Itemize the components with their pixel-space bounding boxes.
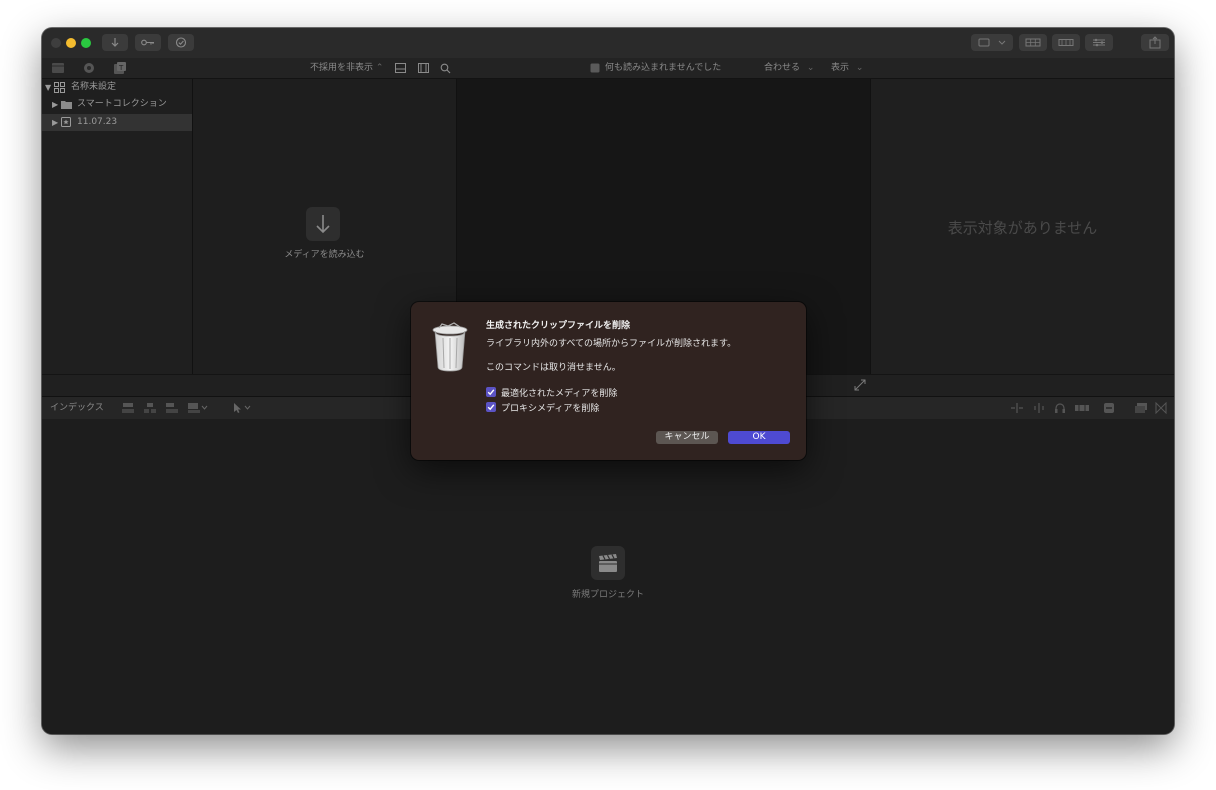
key-icon (141, 39, 154, 46)
hide-rejected-label: 不採用を非表示 (310, 63, 374, 73)
share-button[interactable] (1141, 34, 1169, 51)
transitions-browser-icon[interactable] (1155, 402, 1167, 414)
download-icon (316, 215, 330, 234)
index-button[interactable]: インデックス (50, 397, 104, 419)
libraries-sidebar: ▼ 名称未設定 ▶ スマートコレクション ▶ 11.07.23 (42, 79, 193, 395)
delete-optimized-media-label: 最適化されたメディアを削除 (501, 389, 618, 399)
sidebar-item-library[interactable]: ▼ 名称未設定 (42, 79, 192, 96)
monitor-chevron-icon (978, 38, 1006, 47)
show-browser-button[interactable] (1019, 34, 1047, 51)
import-media-button[interactable] (306, 207, 340, 241)
ok-button[interactable]: OK (728, 431, 790, 444)
timeline-icon (1058, 39, 1074, 46)
inspector-empty-label: 表示対象がありません (947, 219, 1098, 237)
close-window-button[interactable] (51, 38, 61, 48)
sidebar-item-label: 11.07.23 (77, 117, 118, 127)
select-tool-icon[interactable] (231, 402, 253, 414)
share-icon (1149, 36, 1161, 49)
background-tasks-button[interactable] (168, 34, 194, 51)
disclosure-closed-icon: ▶ (52, 118, 59, 127)
trash-icon (432, 322, 468, 372)
hide-rejected-menu[interactable]: 不採用を非表示 ⌃ (310, 58, 383, 78)
sidebar-item-smart-collections[interactable]: ▶ スマートコレクション (42, 96, 192, 113)
sidebar-item-event[interactable]: ▶ 11.07.23 (42, 114, 192, 131)
view-label: 表示 (831, 63, 850, 73)
append-clip-icon[interactable] (165, 402, 179, 414)
effects-browser-icon[interactable] (1134, 402, 1148, 414)
sliders-icon (1093, 38, 1105, 47)
folder-icon (61, 101, 72, 109)
fullscreen-icon[interactable] (854, 379, 866, 391)
clip-status-icon (590, 63, 600, 73)
view-menu[interactable]: 表示 ⌄ (831, 58, 863, 78)
import-media-label: メディアを読み込む (284, 250, 365, 260)
dialog-message: ライブラリ内外のすべての場所からファイルが削除されます。 (486, 339, 737, 349)
libraries-icon[interactable] (51, 62, 65, 74)
connect-clip-icon[interactable] (121, 402, 135, 414)
dialog-title: 生成されたクリップファイルを削除 (486, 321, 631, 331)
titles-generators-icon[interactable]: T (113, 61, 127, 75)
library-icon (54, 82, 65, 93)
disclosure-closed-icon: ▶ (52, 100, 59, 109)
clip-appearance-icon[interactable] (1103, 402, 1115, 414)
overwrite-clip-icon[interactable] (187, 402, 209, 414)
cancel-button[interactable]: キャンセル (656, 431, 718, 444)
delete-proxy-media-label: プロキシメディアを削除 (501, 404, 600, 414)
dialog-warning: このコマンドは取り消せません。 (486, 363, 621, 373)
filmstrip-icon[interactable] (418, 63, 429, 73)
title-bar (42, 28, 1174, 59)
disclosure-open-icon: ▼ (45, 83, 52, 92)
sidebar-library-label: 名称未設定 (71, 82, 117, 92)
download-icon (111, 38, 119, 47)
delete-generated-files-dialog: 生成されたクリップファイルを削除 ライブラリ内外のすべての場所からファイルが削除… (411, 302, 806, 460)
chevron-down-icon: ⌄ (806, 63, 815, 73)
browser-header-bar: T 不採用を非表示 ⌃ 何も読み込まれませんでした 合わせる ⌄ 表示 ⌄ (42, 58, 1174, 79)
inspector: 表示対象がありません (871, 79, 1174, 395)
clapperboard-icon (599, 554, 617, 572)
updown-chevron-icon: ⌃ (375, 63, 384, 73)
checkmark-icon (487, 404, 495, 411)
checkmark-circle-icon (175, 37, 187, 48)
delete-proxy-media-checkbox[interactable] (486, 402, 496, 412)
video-audio-settings-button[interactable] (971, 34, 1013, 51)
new-project-label: 新規プロジェクト (571, 590, 644, 600)
zoom-window-button[interactable] (81, 38, 91, 48)
checkmark-icon (487, 389, 495, 396)
fit-label: 合わせる (764, 63, 801, 73)
audio-skimming-icon[interactable] (1032, 403, 1046, 413)
chevron-down-icon: ⌄ (855, 63, 864, 73)
insert-clip-icon[interactable] (143, 402, 157, 414)
delete-optimized-media-checkbox[interactable] (486, 387, 496, 397)
clip-appearance-icon[interactable] (395, 63, 406, 73)
zoom-fit-menu[interactable]: 合わせる ⌄ (764, 58, 814, 78)
minimize-window-button[interactable] (66, 38, 76, 48)
import-button[interactable] (102, 34, 128, 51)
photos-audio-icon[interactable] (82, 61, 96, 75)
new-project-button[interactable] (591, 546, 625, 580)
keywords-button[interactable] (135, 34, 161, 51)
event-star-icon (61, 117, 71, 127)
show-timeline-button[interactable] (1052, 34, 1080, 51)
grid-icon (1025, 38, 1041, 47)
timeline: 新規プロジェクト (42, 419, 1174, 734)
show-inspector-button[interactable] (1085, 34, 1113, 51)
snapping-icon[interactable] (1074, 403, 1090, 413)
headphones-icon[interactable] (1054, 402, 1066, 414)
skimming-icon[interactable] (1010, 403, 1024, 413)
viewer-status-text: 何も読み込まれませんでした (605, 63, 722, 73)
search-icon[interactable] (440, 63, 451, 74)
svg-text:T: T (118, 64, 124, 72)
sidebar-item-label: スマートコレクション (77, 99, 167, 109)
